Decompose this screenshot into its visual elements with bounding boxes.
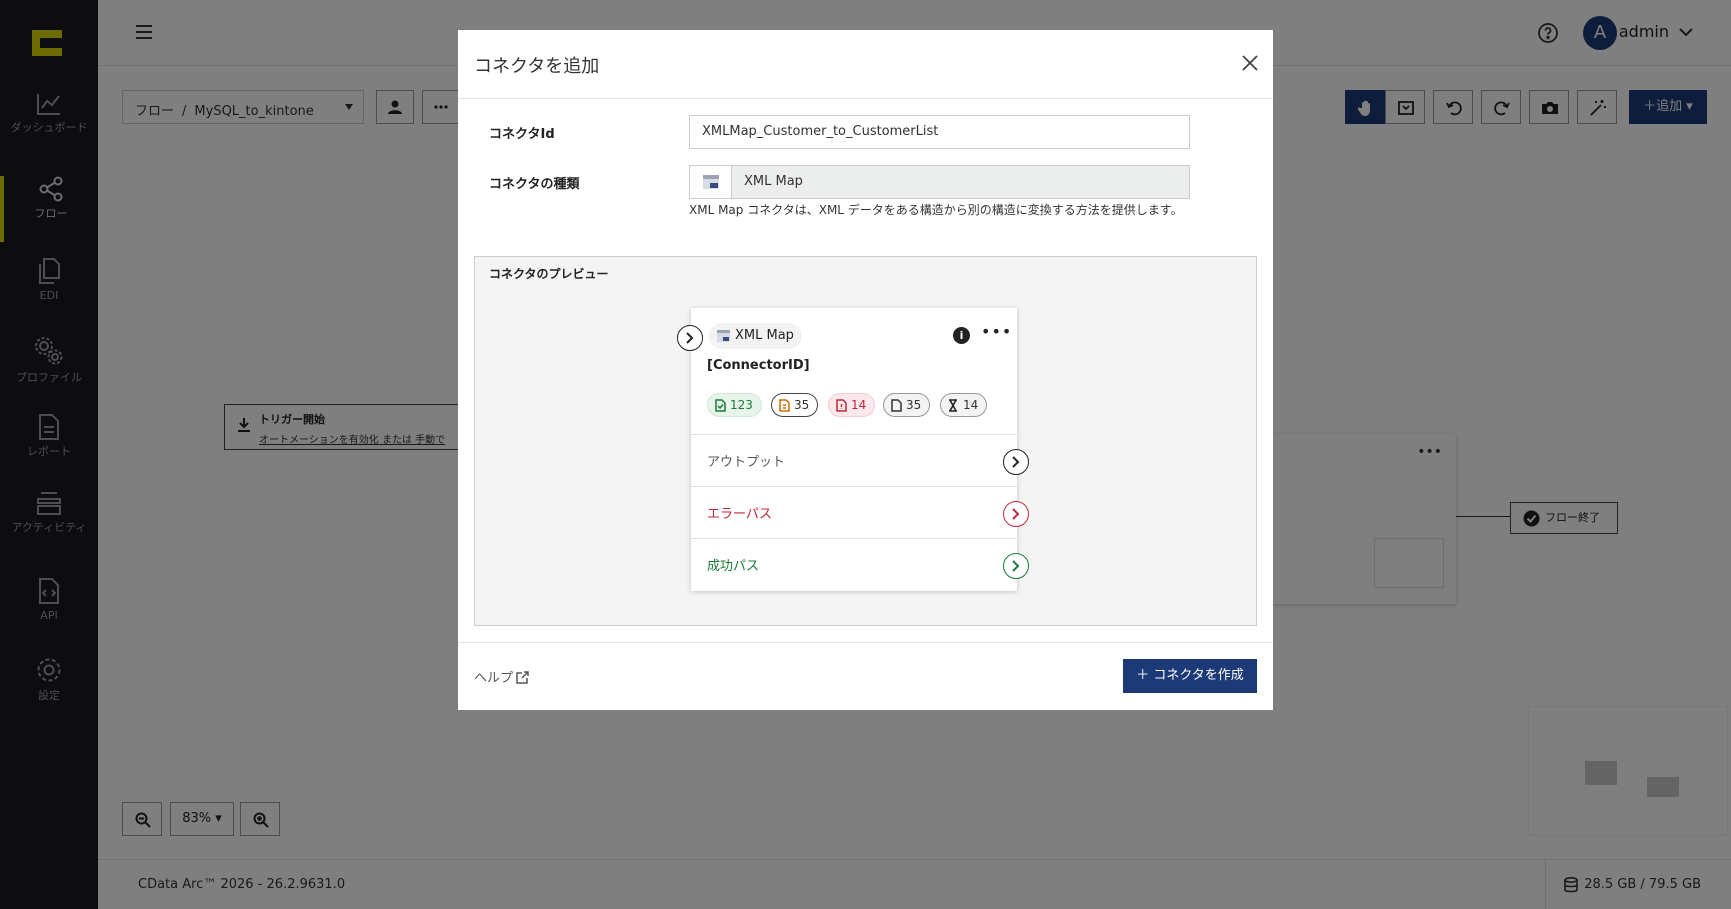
success-port bbox=[1003, 553, 1029, 579]
file-pending-icon bbox=[779, 399, 790, 412]
preview-card: XML Map i ••• [ConnectorID] 123 35 14 35 bbox=[677, 308, 1029, 591]
chevron-right-icon bbox=[1012, 560, 1020, 572]
badge-pending: 35 bbox=[771, 393, 819, 417]
preview-connector-id: [ConnectorID] bbox=[707, 358, 810, 373]
chevron-right-icon bbox=[686, 332, 694, 344]
plus-icon: ＋ bbox=[1136, 668, 1154, 683]
connector-id-label: コネクタId bbox=[489, 127, 555, 142]
badge-processed: 123 bbox=[707, 393, 762, 417]
badge-files-count: 35 bbox=[906, 398, 922, 412]
preview-title: コネクタのプレビュー bbox=[489, 267, 609, 281]
output-label: アウトプット bbox=[707, 455, 786, 470]
modal-footer: ヘルプ ＋ コネクタを作成 bbox=[458, 642, 1273, 710]
output-row: アウトプット bbox=[691, 434, 1029, 486]
badge-error: 14 bbox=[828, 393, 876, 417]
info-icon: i bbox=[953, 327, 970, 344]
badge-processed-count: 123 bbox=[730, 398, 753, 412]
file-check-icon bbox=[715, 399, 726, 412]
error-port bbox=[1003, 501, 1029, 527]
input-port bbox=[677, 325, 703, 351]
badge-error-count: 14 bbox=[851, 398, 867, 412]
hourglass-x-icon bbox=[949, 399, 957, 412]
badge-skipped-count: 14 bbox=[963, 398, 979, 412]
preview-type-name: XML Map bbox=[735, 328, 794, 343]
output-port bbox=[1003, 449, 1029, 475]
help-link[interactable]: ヘルプ bbox=[474, 667, 529, 686]
success-path-row: 成功パス bbox=[691, 538, 1029, 590]
badge-skipped: 14 bbox=[940, 393, 988, 417]
success-path-label: 成功パス bbox=[707, 559, 760, 574]
chevron-right-icon bbox=[1012, 456, 1020, 468]
error-path-label: エラーパス bbox=[707, 507, 772, 522]
create-connector-label: コネクタを作成 bbox=[1153, 668, 1244, 683]
connector-id-input[interactable]: XMLMap_Customer_to_CustomerList bbox=[689, 115, 1190, 149]
external-link-icon bbox=[516, 671, 529, 684]
chevron-right-icon bbox=[1012, 508, 1020, 520]
add-connector-modal: コネクタを追加 コネクタId XMLMap_Customer_to_Custom… bbox=[458, 30, 1273, 710]
connector-preview: コネクタのプレビュー XML Map i ••• [ConnectorID] 1… bbox=[474, 256, 1257, 626]
connector-type-value: XML Map bbox=[744, 174, 803, 189]
xml-map-icon bbox=[703, 175, 719, 189]
connector-type-label: コネクタの種類 bbox=[489, 177, 580, 192]
close-icon[interactable] bbox=[1241, 54, 1259, 72]
create-connector-button[interactable]: ＋ コネクタを作成 bbox=[1123, 659, 1257, 693]
file-icon bbox=[891, 399, 902, 412]
modal-header: コネクタを追加 bbox=[458, 30, 1273, 99]
type-icon-box bbox=[690, 166, 732, 198]
help-label: ヘルプ bbox=[474, 671, 514, 686]
xml-map-icon bbox=[717, 330, 730, 342]
connector-type-field: XML Map bbox=[689, 165, 1190, 199]
more-icon: ••• bbox=[981, 322, 1013, 341]
modal-title: コネクタを追加 bbox=[474, 56, 600, 77]
badge-pending-count: 35 bbox=[794, 398, 810, 412]
error-path-row: エラーパス bbox=[691, 486, 1029, 538]
connector-type-description: XML Map コネクタは、XML データをある構造から別の構造に変換する方法を… bbox=[689, 203, 1183, 217]
file-error-icon bbox=[836, 399, 847, 412]
badge-files: 35 bbox=[883, 393, 931, 417]
preview-type-pill: XML Map bbox=[709, 323, 802, 349]
